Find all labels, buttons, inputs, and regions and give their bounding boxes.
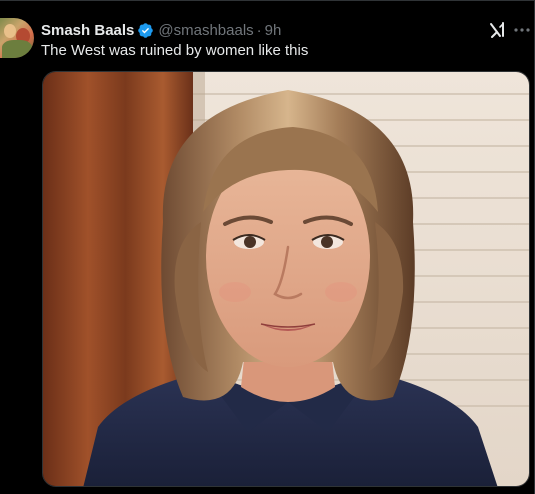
grok-icon[interactable] — [488, 20, 508, 40]
avatar[interactable] — [0, 18, 34, 58]
tweet[interactable]: Smash Baals @smashbaals · 9h The West wa… — [0, 0, 535, 494]
tweet-header: Smash Baals @smashbaals · 9h — [41, 20, 281, 40]
avatar-shape — [2, 40, 32, 58]
avatar-shape — [4, 24, 16, 38]
tweet-text: The West was ruined by women like this — [41, 42, 309, 59]
verified-badge-icon — [138, 22, 154, 38]
timestamp[interactable]: 9h — [265, 22, 282, 39]
photo-illustration — [43, 72, 529, 486]
more-options-icon[interactable] — [513, 20, 531, 40]
display-name[interactable]: Smash Baals — [41, 22, 134, 39]
tweet-photo[interactable] — [42, 71, 530, 487]
separator-dot: · — [256, 21, 262, 39]
user-handle[interactable]: @smashbaals — [158, 22, 253, 39]
